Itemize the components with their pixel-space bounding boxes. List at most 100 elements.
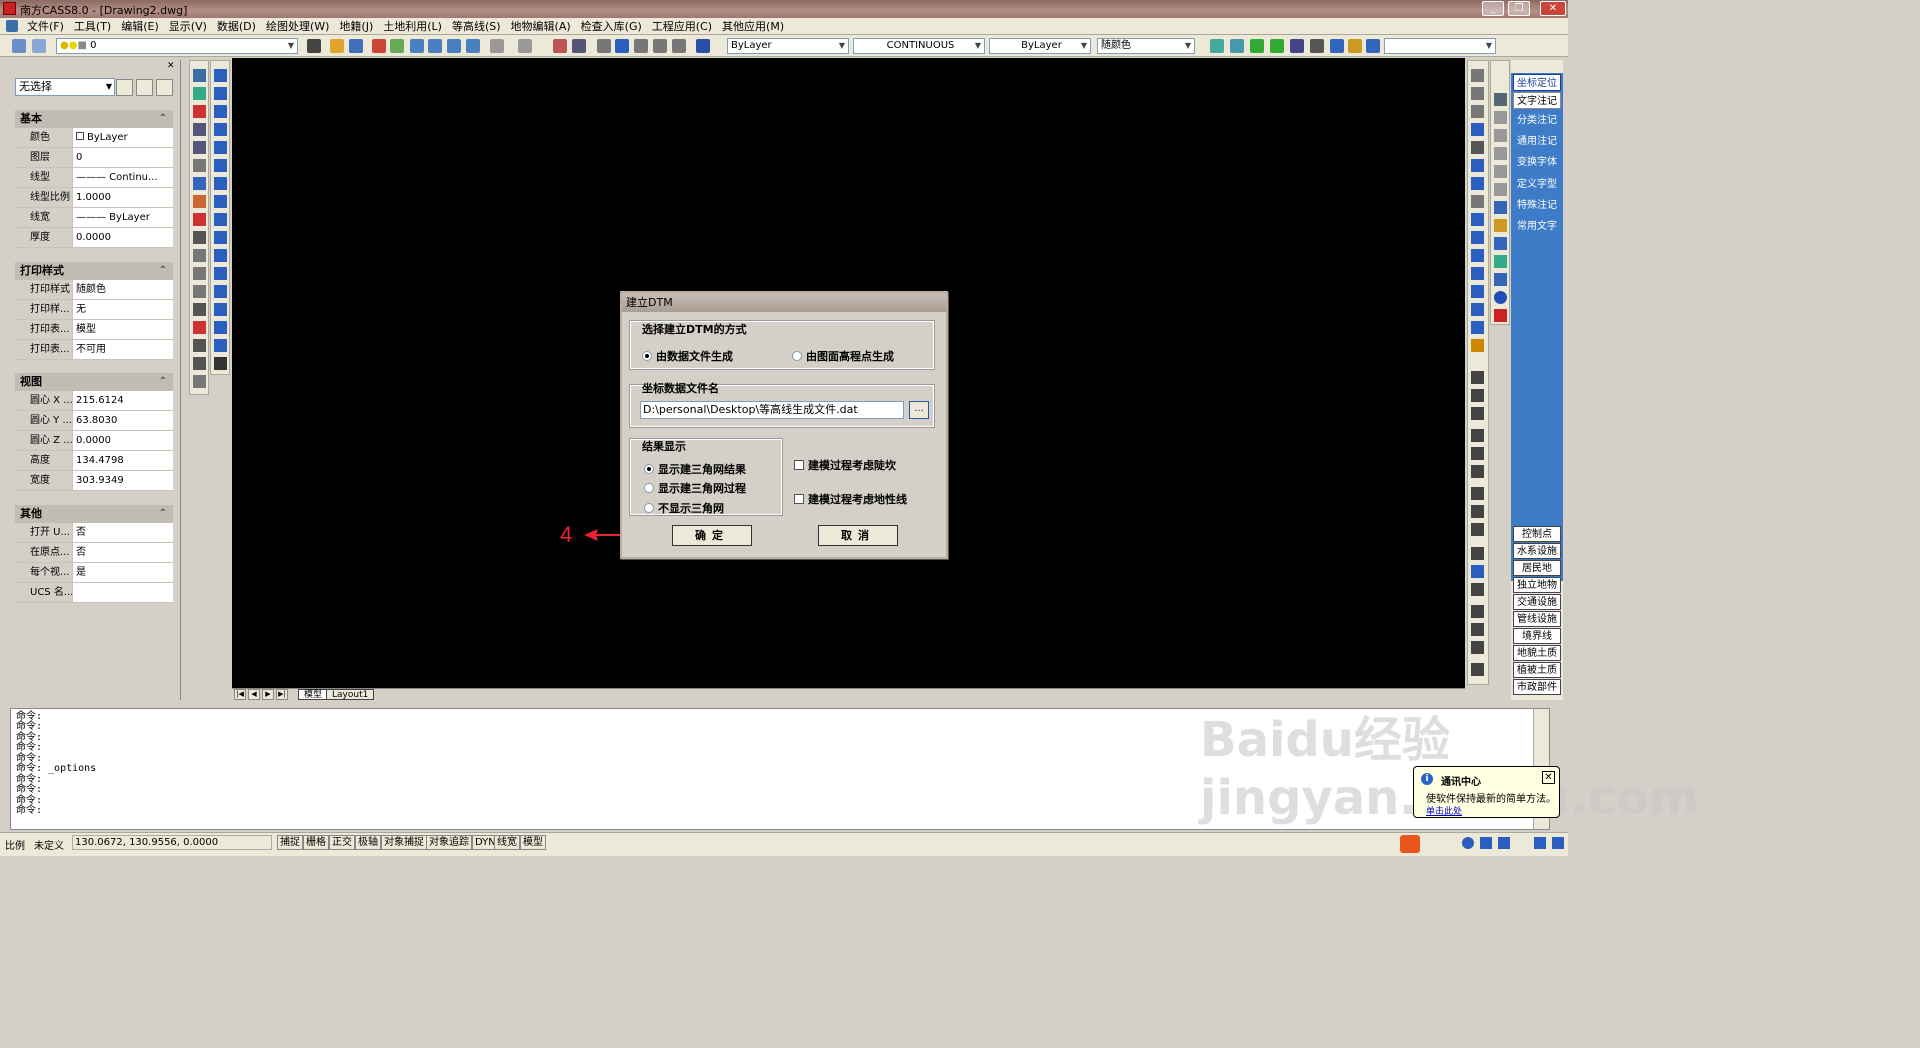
erase-icon[interactable] — [1471, 69, 1484, 82]
region-icon[interactable] — [214, 339, 227, 352]
extra-combo[interactable]: ▼ — [1384, 38, 1496, 54]
snap-toggle[interactable]: 捕捉 — [277, 835, 303, 850]
lineweight-combo[interactable]: ByLayer ▼ — [989, 38, 1091, 54]
people-icon[interactable] — [1310, 39, 1324, 53]
panel-item-water-system[interactable]: 水系设施 — [1513, 543, 1561, 559]
menu-tools[interactable]: 工具(T) — [69, 18, 116, 34]
dim-radius-icon[interactable] — [1471, 429, 1484, 442]
pan-icon[interactable] — [615, 39, 629, 53]
route-icon[interactable] — [1270, 39, 1284, 53]
checkbox-consider-feature-line[interactable]: 建模过程考虑地性线 — [794, 491, 907, 507]
dim-diameter-icon[interactable] — [1471, 447, 1484, 460]
panel-item-define-font[interactable]: 定义字型 — [1513, 176, 1561, 193]
delete-icon[interactable] — [1494, 309, 1507, 322]
close-button[interactable]: ✕ — [1540, 1, 1566, 16]
construction-line-icon[interactable] — [214, 87, 227, 100]
radio-no-tin[interactable]: 不显示三角网 — [644, 500, 724, 516]
zoom-out-icon[interactable] — [466, 39, 480, 53]
zoom-icon[interactable] — [1494, 147, 1507, 160]
tab-model[interactable]: 模型 — [298, 689, 329, 700]
circle-icon[interactable] — [193, 339, 206, 352]
prop-row[interactable]: 打开 U... 否 — [15, 523, 173, 543]
text-icon[interactable] — [193, 303, 206, 316]
section-header[interactable]: 视图 ⌃ — [15, 373, 173, 391]
leader-icon[interactable] — [1471, 547, 1484, 560]
linetype-combo[interactable]: CONTINUOUS ▼ — [853, 38, 985, 54]
circle-icon[interactable] — [214, 177, 227, 190]
rotate-icon[interactable] — [1471, 177, 1484, 190]
copy-icon[interactable] — [1471, 87, 1484, 100]
mirror-icon[interactable] — [1471, 105, 1484, 118]
menu-cadastre[interactable]: 地籍(J) — [334, 18, 378, 34]
info-icon[interactable] — [1494, 291, 1507, 304]
wrench-icon[interactable] — [1552, 837, 1564, 849]
mic-icon[interactable] — [1480, 837, 1492, 849]
scale-icon[interactable] — [1471, 195, 1484, 208]
heavy-icon[interactable] — [193, 105, 206, 118]
keyboard-icon[interactable] — [1498, 837, 1510, 849]
point-icon[interactable] — [193, 69, 206, 82]
radio-show-tin-process[interactable]: 显示建三角网过程 — [644, 480, 746, 496]
document-icon[interactable] — [6, 20, 18, 32]
panel-item-municipal[interactable]: 市政部件 — [1513, 679, 1561, 695]
help-icon[interactable] — [696, 39, 710, 53]
extend-icon[interactable] — [672, 39, 686, 53]
plotstyle-combo[interactable]: 随颜色 ▼ — [1097, 38, 1195, 54]
grid-icon[interactable] — [1330, 39, 1344, 53]
tolerance-icon[interactable] — [1471, 565, 1484, 578]
prop-row[interactable]: 宽度 303.9349 — [15, 471, 173, 491]
panel-item-pipeline[interactable]: 管线设施 — [1513, 611, 1561, 627]
draw-order-icon[interactable] — [1494, 219, 1507, 232]
properties-icon[interactable] — [553, 39, 567, 53]
shirt-icon[interactable] — [1534, 837, 1546, 849]
stretch-icon[interactable] — [1471, 213, 1484, 226]
list-icon[interactable] — [1494, 273, 1507, 286]
save-icon[interactable] — [349, 39, 363, 53]
dim-ordinate-icon[interactable] — [1471, 407, 1484, 420]
rectangle-icon[interactable] — [214, 141, 227, 154]
layers-icon[interactable] — [12, 39, 26, 53]
prop-row[interactable]: 在原点... 否 — [15, 543, 173, 563]
panel-item-coord-locate[interactable]: 坐标定位 — [1513, 74, 1561, 91]
restore-button[interactable]: ❐ — [1508, 1, 1530, 16]
layer-combo[interactable]: ●●■ 0 ▼ — [56, 38, 298, 54]
tree-icon[interactable] — [1494, 201, 1507, 214]
offset-icon[interactable] — [1471, 123, 1484, 136]
menu-drawing[interactable]: 绘图处理(W) — [261, 18, 334, 34]
prop-row[interactable]: 每个视... 是 — [15, 563, 173, 583]
prop-row[interactable]: 厚度 0.0000 — [15, 228, 173, 248]
radio-show-tin-result[interactable]: 显示建三角网结果 — [644, 461, 746, 477]
ime-icon[interactable] — [1400, 835, 1420, 853]
building-icon[interactable] — [193, 177, 206, 190]
insert-block-icon[interactable] — [214, 267, 227, 280]
ellipse-arc-icon[interactable] — [214, 249, 227, 262]
zoom-in-icon[interactable] — [447, 39, 461, 53]
road-icon[interactable] — [193, 195, 206, 208]
join-icon[interactable] — [1471, 285, 1484, 298]
prop-row[interactable]: 圆心 Y ... 63.8030 — [15, 411, 173, 431]
panel-item-landform[interactable]: 地貌土质 — [1513, 645, 1561, 661]
arc-icon[interactable] — [214, 159, 227, 172]
dim-style-icon[interactable] — [1471, 663, 1484, 676]
next-tab-icon[interactable]: ▶ — [262, 689, 274, 700]
steps-icon[interactable] — [193, 249, 206, 262]
osnap-toggle[interactable]: 对象捕捉 — [381, 835, 427, 850]
calculator-icon[interactable] — [572, 39, 586, 53]
prop-row[interactable]: 图层 0 — [15, 148, 173, 168]
app-icon[interactable] — [3, 2, 16, 15]
dim-update-icon[interactable] — [1471, 641, 1484, 654]
panel-item-control-point[interactable]: 控制点 — [1513, 526, 1561, 542]
prev-tab-icon[interactable]: ◀ — [248, 689, 260, 700]
ortho-toggle[interactable]: 正交 — [329, 835, 355, 850]
snap-icon[interactable] — [634, 39, 648, 53]
dim-edit-icon[interactable] — [1471, 605, 1484, 618]
break-icon[interactable] — [1471, 267, 1484, 280]
menu-engineering[interactable]: 工程应用(C) — [647, 18, 717, 34]
notification-link[interactable]: 单击此处 — [1426, 804, 1462, 817]
panel-item-independent-feature[interactable]: 独立地物 — [1513, 577, 1561, 593]
color-combo[interactable]: ByLayer ▼ — [727, 38, 849, 54]
panel-item-category-annotation[interactable]: 分类注记 — [1513, 112, 1561, 129]
pan-icon[interactable] — [1494, 183, 1507, 196]
prop-row[interactable]: UCS 名... — [15, 583, 173, 603]
section-header[interactable]: 打印样式 ⌃ — [15, 262, 173, 280]
